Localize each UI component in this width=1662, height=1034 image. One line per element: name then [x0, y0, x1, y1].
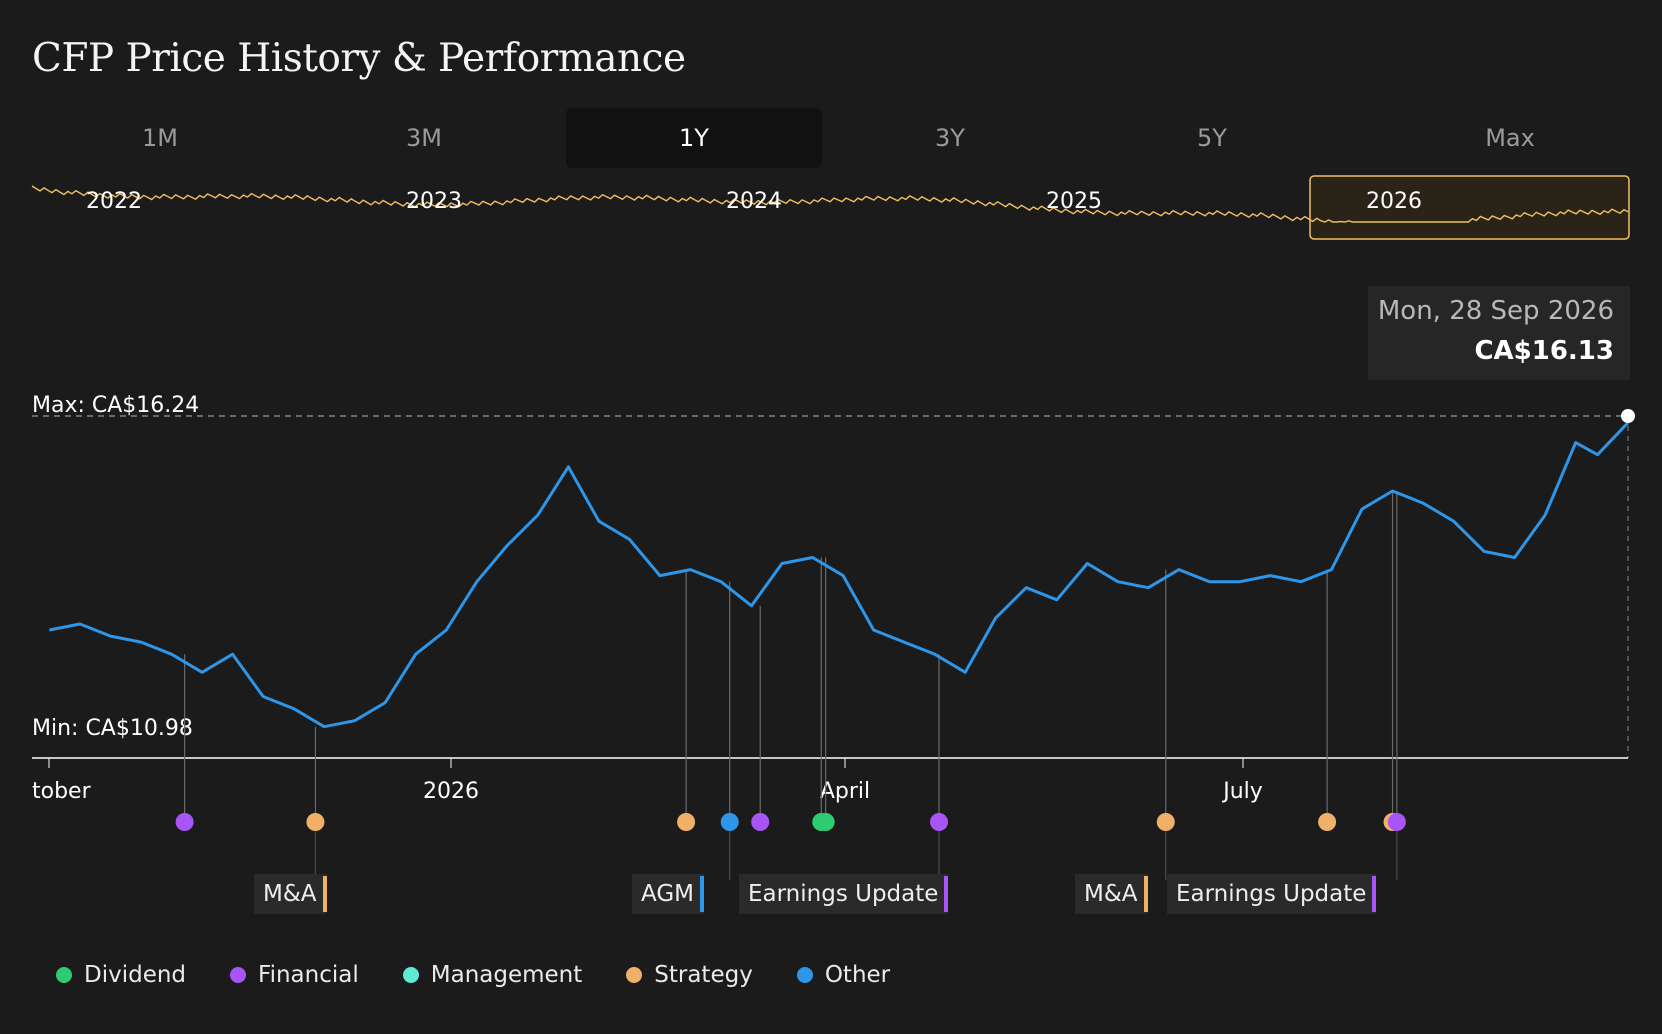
navigator-year: 2025: [1046, 189, 1102, 214]
legend-label: Management: [430, 962, 583, 988]
navigator-year: 2023: [406, 189, 462, 214]
event-marker-financial[interactable]: [751, 813, 770, 831]
event-marker-dividend[interactable]: [816, 813, 835, 831]
legend-label: Dividend: [84, 962, 187, 988]
legend-item-management[interactable]: Management: [402, 962, 583, 988]
event-marker-strategy[interactable]: [1156, 813, 1175, 831]
x-tick-label: tober: [32, 779, 92, 804]
max-label: Max: CA$16.24: [32, 393, 199, 418]
tab-1m[interactable]: 1M: [32, 108, 288, 168]
event-marker-financial[interactable]: [175, 813, 194, 831]
financial-dot-icon: [230, 967, 247, 983]
event-tag-label: M&A: [263, 881, 317, 907]
x-tick-label: 2026: [423, 779, 479, 804]
event-tag[interactable]: AGM: [632, 874, 704, 914]
navigator-selection[interactable]: [1309, 175, 1630, 240]
event-tag[interactable]: M&A: [1075, 874, 1148, 914]
min-label: Min: CA$10.98: [32, 716, 193, 741]
price-line: [49, 421, 1630, 729]
legend: Dividend Financial Management Strategy O…: [56, 960, 934, 990]
navigator-year: 2024: [726, 189, 782, 214]
event-tag-label: M&A: [1084, 881, 1138, 907]
tab-5y[interactable]: 5Y: [1084, 108, 1340, 168]
navigator-year: 2026: [1366, 189, 1422, 214]
cursor-point: [1621, 409, 1635, 423]
navigator-year: 2022: [86, 189, 142, 214]
page-title: CFP Price History & Performance: [32, 36, 686, 81]
x-tick-label: April: [820, 779, 870, 804]
price-tooltip: Mon, 28 Sep 2026 CA$16.13: [1368, 286, 1630, 380]
other-dot-icon: [796, 967, 813, 983]
legend-item-financial[interactable]: Financial: [230, 962, 359, 988]
legend-item-strategy[interactable]: Strategy: [626, 962, 753, 988]
dividend-dot-icon: [56, 967, 72, 983]
event-marker-other[interactable]: [720, 813, 739, 831]
tab-3y[interactable]: 3Y: [822, 108, 1078, 168]
legend-item-dividend[interactable]: Dividend: [56, 962, 186, 988]
range-navigator[interactable]: 2022 2023 2024 2025 2026: [0, 170, 1662, 250]
event-tag-label: AGM: [641, 881, 694, 907]
event-marker-strategy[interactable]: [306, 813, 325, 831]
event-tag[interactable]: Earnings Update: [1167, 874, 1377, 914]
range-tabs: 1M 3M 1Y 3Y 5Y Max: [32, 108, 1628, 168]
tab-1y[interactable]: 1Y: [566, 108, 822, 168]
legend-item-other[interactable]: Other: [796, 962, 891, 988]
management-dot-icon: [402, 967, 419, 983]
event-tag[interactable]: Earnings Update: [739, 874, 949, 914]
tab-3m[interactable]: 3M: [296, 108, 552, 168]
tooltip-date: Mon, 28 Sep 2026: [1377, 296, 1614, 326]
event-marker-strategy[interactable]: [677, 813, 696, 831]
legend-label: Other: [824, 962, 891, 988]
event-marker-strategy[interactable]: [1318, 813, 1337, 831]
legend-label: Financial: [258, 962, 359, 988]
strategy-dot-icon: [626, 967, 643, 983]
event-marker-financial[interactable]: [1387, 813, 1406, 831]
tooltip-price: CA$16.13: [1474, 336, 1614, 366]
tab-max[interactable]: Max: [1392, 108, 1628, 168]
legend-label: Strategy: [654, 962, 753, 988]
event-tag-label: Earnings Update: [1176, 881, 1367, 907]
event-marker-financial[interactable]: [930, 813, 949, 831]
x-tick-label: July: [1221, 779, 1263, 804]
event-tag-label: Earnings Update: [748, 881, 939, 907]
event-tag[interactable]: M&A: [254, 874, 327, 914]
